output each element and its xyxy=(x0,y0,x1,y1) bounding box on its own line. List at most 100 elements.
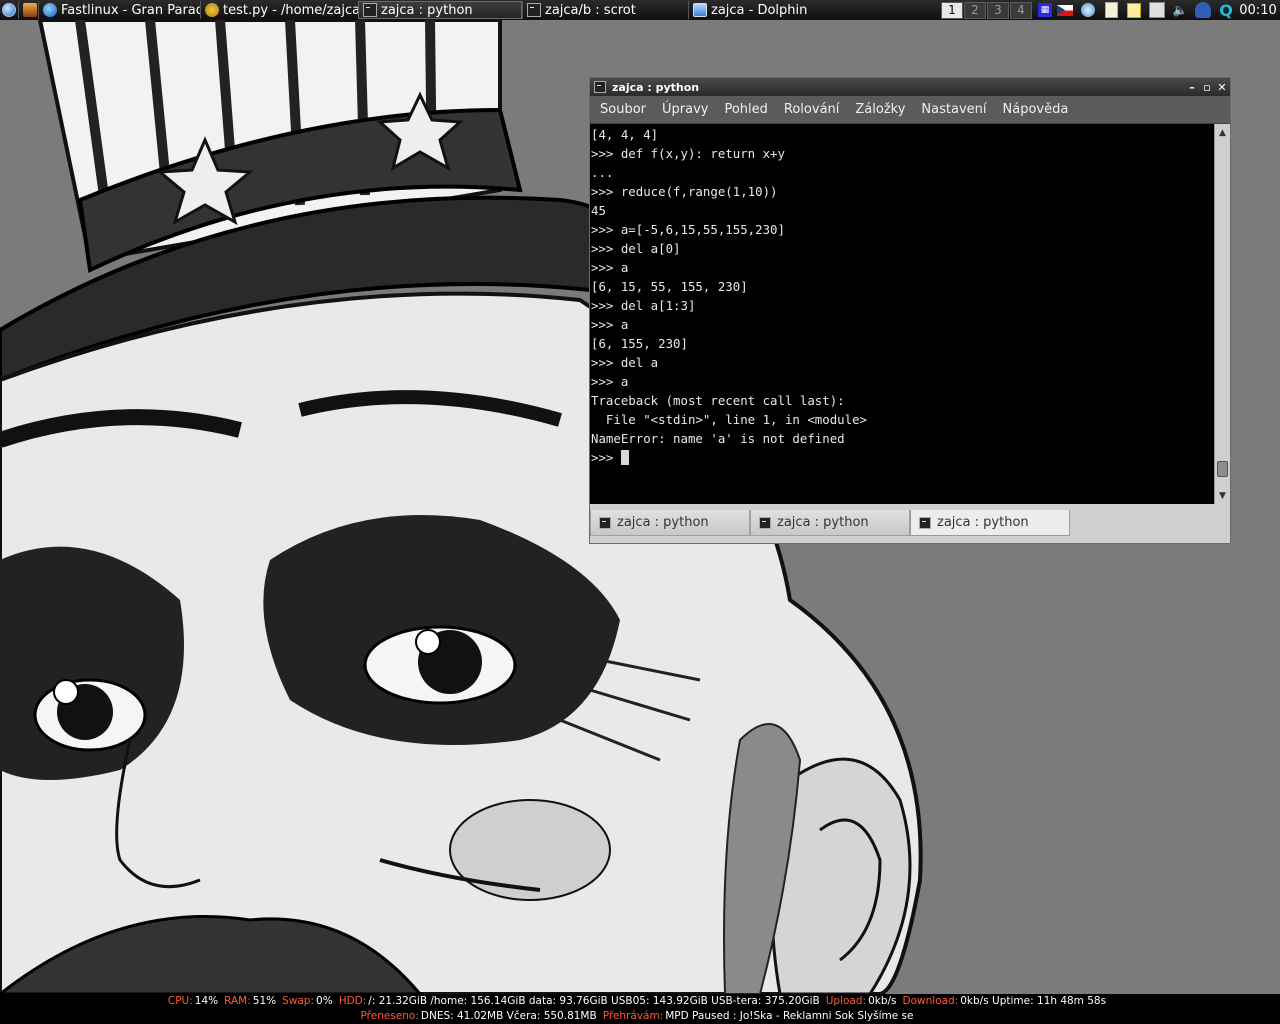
terminal-line: >>> a xyxy=(591,260,629,275)
terminal-line: ... xyxy=(591,165,614,180)
update-icon[interactable] xyxy=(1147,1,1167,19)
clipboard-icon[interactable] xyxy=(1101,1,1121,19)
status-row-system: CPU: 14% RAM: 51% Swap: 0% HDD:/: 21.32GiB /ho… xyxy=(0,994,1280,1009)
menu-item[interactable]: Pohled xyxy=(716,102,775,117)
status-label: Upload: xyxy=(825,995,867,1007)
terminal-icon xyxy=(759,516,771,529)
terminal-output: [4, 4, 4] >>> def f(x,y): return x+y ...… xyxy=(590,124,1214,467)
terminal-icon xyxy=(363,3,377,17)
session-tab[interactable]: zajca : python xyxy=(590,510,750,536)
terminal-line: >>> a xyxy=(591,317,629,332)
conky-status-bar: CPU: 14% RAM: 51% Swap: 0% HDD:/: 21.32GiB /ho… xyxy=(0,994,1280,1024)
window-title: zajca : python xyxy=(612,80,700,94)
taskbar-item[interactable]: test.py - /home/zajca xyxy=(200,1,358,19)
dolphin-icon xyxy=(693,3,707,17)
terminal-icon xyxy=(527,3,541,17)
terminal-line: NameError: name 'a' is not defined xyxy=(591,431,845,446)
menu-item[interactable]: Nastavení xyxy=(913,102,994,117)
scroll-down-arrow-icon[interactable]: ▼ xyxy=(1215,489,1230,502)
terminal-line: 45 xyxy=(591,203,606,218)
status-value: 14% xyxy=(194,995,219,1007)
terminal-line: >>> a=[-5,6,15,55,155,230] xyxy=(591,222,785,237)
terminal-line: Traceback (most recent call last): xyxy=(591,393,845,408)
system-tray: ▦ 🔈 Q xyxy=(1038,0,1236,20)
taskbar-item[interactable] xyxy=(18,1,38,19)
taskbar-item-label: zajca/b : scrot xyxy=(545,2,636,18)
terminal-cursor xyxy=(620,450,629,465)
menu-bar: Soubor Úpravy Pohled Rolování Záložky Nastave… xyxy=(590,96,1230,124)
terminal-icon xyxy=(599,516,611,529)
top-panel: Fastlinux - Gran Paradiso test.py - /home… xyxy=(0,0,1280,20)
terminal-line: >>> del a xyxy=(591,355,659,370)
status-label: RAM: xyxy=(224,995,251,1007)
scrollbar-thumb[interactable] xyxy=(1217,461,1228,477)
taskbar-item[interactable]: Fastlinux - Gran Paradiso xyxy=(38,1,200,19)
taskbar-item-label: zajca : python xyxy=(381,2,473,18)
taskbar-item-label: Fastlinux - Gran Paradiso xyxy=(61,2,200,18)
status-value: 0kb/s Uptime: 11h 48m 58s xyxy=(960,995,1107,1007)
terminal-area[interactable]: [4, 4, 4] >>> def f(x,y): return x+y ...… xyxy=(590,124,1214,504)
desktop-4[interactable]: 4 xyxy=(1010,1,1032,19)
status-value: MPD Paused : Jo!Ska - Reklamni Sok Slyší… xyxy=(665,1010,914,1022)
scroll-up-arrow-icon[interactable]: ▲ xyxy=(1215,126,1230,139)
window-titlebar[interactable]: zajca : python – ▫ ✕ xyxy=(590,78,1230,96)
session-tab[interactable]: zajca : python xyxy=(750,510,910,536)
taskbar-item[interactable]: zajca - Dolphin xyxy=(688,1,898,19)
terminal-prompt: >>> xyxy=(591,450,621,465)
terminal-line: [6, 155, 230] xyxy=(591,336,688,351)
desktop-3[interactable]: 3 xyxy=(987,1,1009,19)
menu-item[interactable]: Nápověda xyxy=(995,102,1077,117)
session-tab-label: zajca : python xyxy=(937,515,1029,530)
desktop-2[interactable]: 2 xyxy=(964,1,986,19)
desktop-pager: 1234 xyxy=(941,0,1032,20)
session-tab-label: zajca : python xyxy=(777,515,869,530)
flag-cz-icon[interactable] xyxy=(1055,1,1075,19)
messenger-icon[interactable] xyxy=(1193,1,1213,19)
menu-item[interactable]: Úpravy xyxy=(654,102,716,117)
minimize-button[interactable]: – xyxy=(1185,80,1199,94)
terminal-line: [4, 4, 4] xyxy=(591,127,659,142)
terminal-line: >>> def f(x,y): return x+y xyxy=(591,146,785,161)
kde-menu-icon xyxy=(2,3,16,17)
status-value: 0% xyxy=(316,995,333,1007)
terminal-icon xyxy=(919,516,931,529)
status-value: 0kb/s xyxy=(868,995,897,1007)
status-value: /: 21.32GiB /home: 156.14GiB data: 93.76… xyxy=(368,995,820,1007)
terminal-icon xyxy=(594,81,606,93)
close-button[interactable]: ✕ xyxy=(1215,80,1229,94)
status-row-transfer: Přeneseno: DNES: 41.02MB Včera: 550.81MB P… xyxy=(0,1009,1280,1024)
network-icon[interactable] xyxy=(1078,1,1098,19)
konsole-window: zajca : python – ▫ ✕ Soubor Úpravy Pohled R… xyxy=(589,77,1231,544)
status-label: CPU: xyxy=(167,995,193,1007)
terminal-line: >>> del a[1:3] xyxy=(591,298,696,313)
terminal-line: >>> del a[0] xyxy=(591,241,681,256)
volume-icon[interactable]: 🔈 xyxy=(1170,1,1190,19)
notes-icon[interactable] xyxy=(1124,1,1144,19)
taskbar-item[interactable]: zajca : python xyxy=(358,1,522,19)
tool-icon xyxy=(23,3,37,17)
taskbar-item-label: test.py - /home/zajca xyxy=(223,2,358,18)
keyboard-layout-icon[interactable]: ▦ xyxy=(1038,3,1052,17)
menu-item[interactable]: Soubor xyxy=(592,102,654,117)
status-label: Swap: xyxy=(282,995,315,1007)
kde-menu-button[interactable] xyxy=(0,0,18,20)
menu-item[interactable]: Záložky xyxy=(847,102,913,117)
taskbar: Fastlinux - Gran Paradiso test.py - /home… xyxy=(18,0,898,20)
desktop-1[interactable]: 1 xyxy=(941,1,963,19)
terminal-line: [6, 15, 55, 155, 230] xyxy=(591,279,748,294)
status-label: Download: xyxy=(902,995,959,1007)
vertical-scrollbar[interactable]: ▲ ▼ xyxy=(1214,124,1230,504)
status-label: Přehrávám: xyxy=(602,1010,664,1022)
maximize-button[interactable]: ▫ xyxy=(1200,80,1214,94)
status-label: HDD: xyxy=(338,995,367,1007)
terminal-line: >>> reduce(f,range(1,10)) xyxy=(591,184,778,199)
clock[interactable]: 00:10 xyxy=(1236,3,1280,18)
taskbar-item-label: zajca - Dolphin xyxy=(711,2,808,18)
taskbar-item[interactable]: zajca/b : scrot xyxy=(522,1,688,19)
terminal-line: >>> a xyxy=(591,374,629,389)
menu-item[interactable]: Rolování xyxy=(776,102,847,117)
session-tab[interactable]: zajca : python xyxy=(910,510,1070,536)
q-app-icon[interactable]: Q xyxy=(1216,1,1236,20)
status-label: Přeneseno: xyxy=(360,1010,419,1022)
status-value: DNES: 41.02MB Včera: 550.81MB xyxy=(420,1010,597,1022)
